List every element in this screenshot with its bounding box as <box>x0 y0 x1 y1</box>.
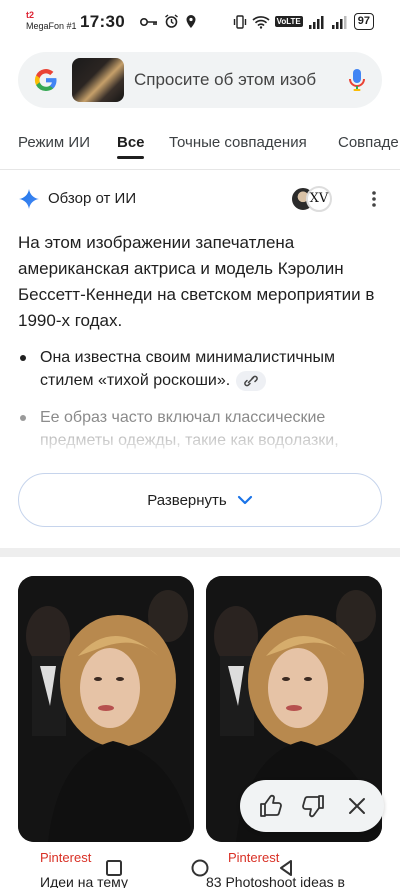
signal-icon-2 <box>331 15 347 29</box>
google-logo-icon[interactable] <box>32 66 60 94</box>
chevron-down-icon <box>237 495 252 505</box>
avatar[interactable]: XV <box>306 186 332 212</box>
bullet-text: Она известна своим минималистичным стиле… <box>40 349 336 389</box>
mic-icon[interactable] <box>348 68 366 92</box>
lens-search-bar[interactable]: Спросите об этом изоб <box>18 52 382 108</box>
status-bar: t2 MegaFon #1 17:30 VoLTE 97 <box>0 0 400 40</box>
source-avatars[interactable]: XV <box>290 186 344 212</box>
photo-woman-blonde <box>18 576 194 842</box>
clock: 17:30 <box>80 12 125 31</box>
link-icon[interactable] <box>236 370 267 391</box>
ai-overview-text: На этом изображении запечатлена американ… <box>18 233 375 330</box>
tab-exact-matches[interactable]: Точные совпадения <box>169 134 307 151</box>
sparkle-icon <box>19 189 39 209</box>
back-icon[interactable] <box>276 858 296 878</box>
tab-matches[interactable]: Совпаде <box>338 134 399 151</box>
active-tab-indicator <box>117 156 144 159</box>
carrier-name: MegaFon #1 <box>26 21 77 31</box>
system-nav-bar <box>0 848 400 888</box>
search-input[interactable]: Спросите об этом изоб <box>134 70 334 90</box>
alarm-icon <box>165 14 178 28</box>
thumbs-down-icon[interactable] <box>300 793 326 819</box>
result-tabs: Режим ИИ Все Точные совпадения Совпаде <box>0 130 400 170</box>
carrier-info: t2 MegaFon #1 <box>26 10 77 32</box>
tab-ai-mode[interactable]: Режим ИИ <box>18 134 90 151</box>
vibrate-icon <box>233 14 246 29</box>
tab-all[interactable]: Все <box>117 134 145 151</box>
recents-icon[interactable] <box>104 858 124 878</box>
ai-overview-title: Обзор от ИИ <box>48 190 137 207</box>
wifi-icon <box>252 15 270 29</box>
text-fade-overlay <box>0 420 400 476</box>
more-vert-icon[interactable] <box>372 190 376 208</box>
result-image[interactable] <box>18 576 194 842</box>
system-icons: VoLTE 97 <box>233 13 374 30</box>
signal-icon <box>308 15 324 29</box>
query-image-thumbnail[interactable] <box>72 58 124 102</box>
volte-badge: VoLTE <box>274 16 303 27</box>
ai-overview-header: Обзор от ИИ XV <box>18 186 382 214</box>
section-divider <box>0 548 400 557</box>
expand-button[interactable]: Развернуть <box>18 473 382 527</box>
expand-label: Развернуть <box>147 491 227 509</box>
notification-icons <box>140 14 197 29</box>
list-item: Она известна своим минималистичным стиле… <box>18 346 378 392</box>
key-icon <box>140 17 157 26</box>
location-icon <box>186 15 196 28</box>
home-icon[interactable] <box>190 858 210 878</box>
battery-level: 97 <box>353 13 374 30</box>
sim-label: t2 <box>26 10 35 20</box>
feedback-bar <box>240 780 384 832</box>
bullet-dot <box>20 355 26 361</box>
close-icon[interactable] <box>344 793 370 819</box>
thumbs-up-icon[interactable] <box>258 793 284 819</box>
